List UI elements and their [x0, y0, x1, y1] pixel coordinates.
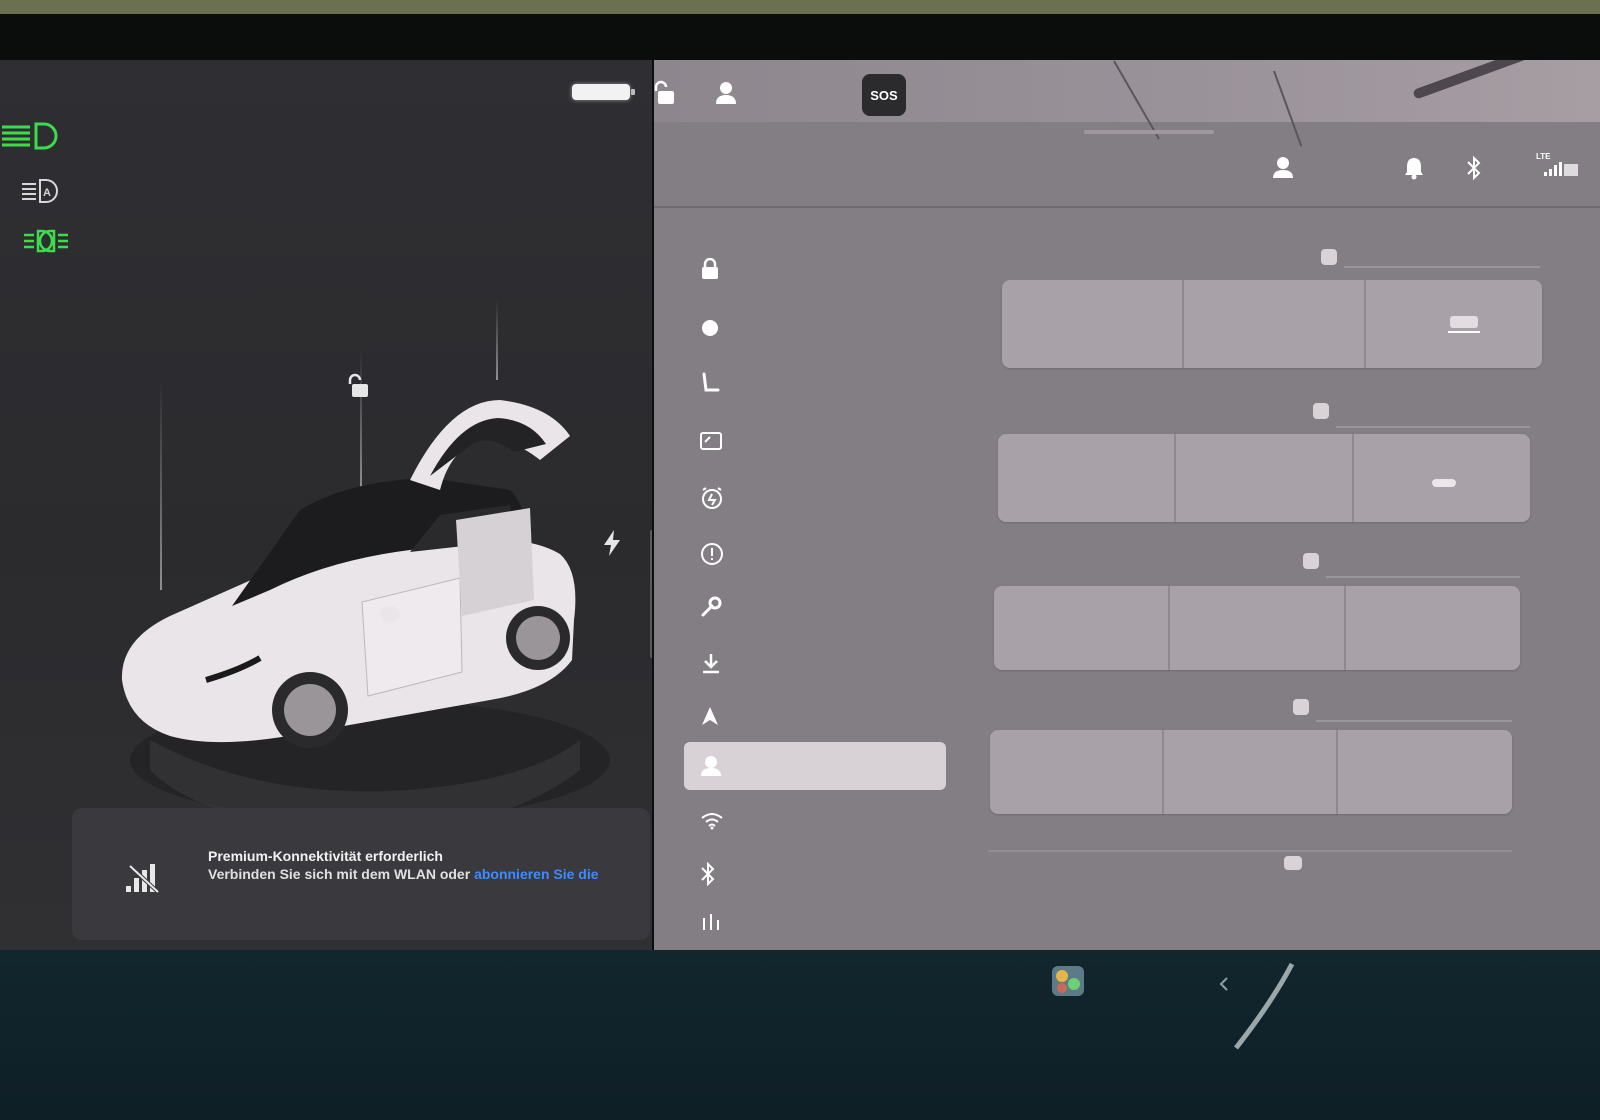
- screen-bezel-shadow: [0, 14, 1600, 60]
- bell-icon[interactable]: [1404, 156, 1424, 185]
- bottom-dock: [0, 950, 1600, 1120]
- map-preview[interactable]: [654, 60, 1600, 147]
- section-icon: [1300, 550, 1322, 577]
- network-type-label: LTE: [1536, 152, 1551, 161]
- option-button[interactable]: [990, 730, 1164, 814]
- alert-icon[interactable]: [700, 542, 724, 571]
- option-button[interactable]: [1184, 280, 1366, 368]
- lock-icon[interactable]: [700, 257, 720, 285]
- sidebar-item-selected[interactable]: [684, 742, 946, 790]
- no-connectivity-icon: [124, 862, 164, 899]
- settings-panel: SOS LTE: [654, 60, 1600, 950]
- chevron-left-icon[interactable]: [1218, 976, 1230, 997]
- signal-icon: [1544, 162, 1578, 181]
- seat-icon[interactable]: [700, 372, 720, 403]
- vehicle-panel: A Premium-Konnektivität erforderlich Ver…: [0, 60, 652, 950]
- option-icon: [1432, 474, 1456, 492]
- section-divider: [1344, 266, 1540, 268]
- auto-highbeam-icon[interactable]: A: [20, 176, 64, 206]
- header-divider: [654, 206, 1600, 208]
- map-road: [1113, 60, 1160, 140]
- sos-button[interactable]: SOS: [862, 74, 906, 116]
- unlock-icon[interactable]: [654, 80, 678, 111]
- equalizer-icon[interactable]: [700, 912, 722, 935]
- map-water: [1412, 60, 1567, 100]
- lightbulb-icon[interactable]: [700, 318, 720, 345]
- battery-indicator: [572, 84, 635, 100]
- section-divider: [1316, 720, 1512, 722]
- setting-options-group: [1002, 280, 1542, 368]
- profile-icon[interactable]: [1272, 156, 1294, 185]
- subscribe-link[interactable]: abonnieren Sie die: [474, 866, 598, 882]
- section-icon: [1290, 696, 1312, 723]
- section-icon: [1318, 246, 1340, 273]
- connectivity-notice: Premium-Konnektivität erforderlich Verbi…: [72, 808, 650, 940]
- panel-scrollbar[interactable]: [650, 530, 652, 658]
- option-icon: [1446, 312, 1482, 341]
- option-button[interactable]: [1170, 586, 1346, 670]
- notice-title: Premium-Konnektivität erforderlich: [208, 848, 443, 864]
- screen-bezel: [0, 0, 1600, 14]
- setting-options-group: [994, 586, 1520, 670]
- option-button[interactable]: [1164, 730, 1338, 814]
- parking-light-icon[interactable]: [22, 226, 70, 256]
- option-button[interactable]: [994, 586, 1170, 670]
- section-divider: [1336, 426, 1530, 428]
- map-road: [1273, 70, 1303, 147]
- section-divider: [1326, 576, 1520, 578]
- profile-icon[interactable]: [714, 80, 738, 111]
- navigation-icon[interactable]: [700, 706, 720, 731]
- charge-port-icon[interactable]: [604, 530, 620, 561]
- alarm-icon[interactable]: [700, 486, 724, 515]
- option-button[interactable]: [998, 434, 1176, 522]
- option-button[interactable]: [1002, 280, 1184, 368]
- display-icon[interactable]: [700, 432, 722, 455]
- setting-options-group: [998, 434, 1530, 522]
- download-icon[interactable]: [700, 652, 722, 679]
- app-launcher-icon[interactable]: [1050, 964, 1086, 1003]
- wrench-icon[interactable]: [700, 596, 722, 623]
- settings-header: [654, 140, 1600, 206]
- bluetooth-icon[interactable]: [700, 861, 716, 891]
- setting-options-group: [990, 730, 1512, 814]
- wiper-reflection: [1232, 962, 1302, 1057]
- section-icon: [1280, 850, 1306, 881]
- headlight-icon[interactable]: [0, 118, 60, 154]
- profile-icon[interactable]: [700, 754, 722, 783]
- option-button[interactable]: [1176, 434, 1354, 522]
- option-button[interactable]: [1338, 730, 1512, 814]
- vehicle-model-3d[interactable]: [110, 340, 630, 860]
- notice-body: Verbinden Sie sich mit dem WLAN oder abo…: [208, 866, 628, 882]
- section-divider: [988, 850, 1512, 852]
- notice-body-text: Verbinden Sie sich mit dem WLAN oder: [208, 866, 471, 882]
- section-icon: [1310, 400, 1332, 427]
- drawer-handle[interactable]: [1084, 130, 1214, 134]
- wifi-icon[interactable]: [700, 812, 724, 835]
- option-button[interactable]: [1346, 586, 1520, 670]
- svg-text:A: A: [43, 187, 51, 199]
- bluetooth-icon[interactable]: [1466, 155, 1482, 185]
